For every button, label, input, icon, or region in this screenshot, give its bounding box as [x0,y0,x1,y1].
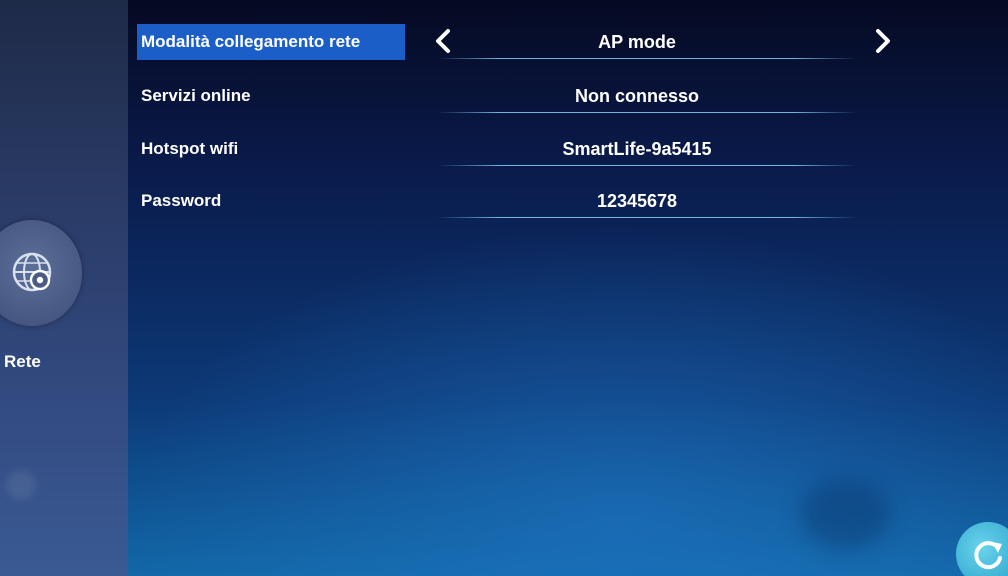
settings-row-password[interactable]: Password 12345678 [137,183,1008,223]
row-label-hotspot: Hotspot wifi [141,139,239,158]
row-divider [437,112,857,113]
refresh-button[interactable] [956,522,1008,576]
settings-row-online-services[interactable]: Servizi online Non connesso [137,78,1008,118]
row-label-online-services: Servizi online [141,86,251,105]
sidebar-item-rete[interactable] [0,220,82,326]
password-value: 12345678 [596,191,678,211]
sidebar-decoration [6,470,36,500]
settings-row-connection-mode[interactable]: Modalità collegamento rete AP mode [137,24,1008,64]
network-settings-screen: Rete Modalità collegamento rete AP mode … [0,0,1008,576]
refresh-icon [974,541,1002,570]
row-divider [437,58,857,59]
row-divider [437,165,857,166]
sidebar: Rete [0,0,128,576]
chevron-right-icon [876,29,890,53]
sidebar-label-rete: Rete [4,352,41,371]
row-divider [437,217,857,218]
next-option-button[interactable] [873,26,893,56]
online-services-value: Non connesso [574,86,699,106]
globe-gear-icon [12,252,52,292]
row-label-password: Password [141,191,222,210]
settings-row-hotspot[interactable]: Hotspot wifi SmartLife-9a5415 [137,131,1008,171]
screen-reflection [800,480,890,550]
connection-mode-value: AP mode [598,32,676,52]
hotspot-value: SmartLife-9a5415 [562,139,712,159]
